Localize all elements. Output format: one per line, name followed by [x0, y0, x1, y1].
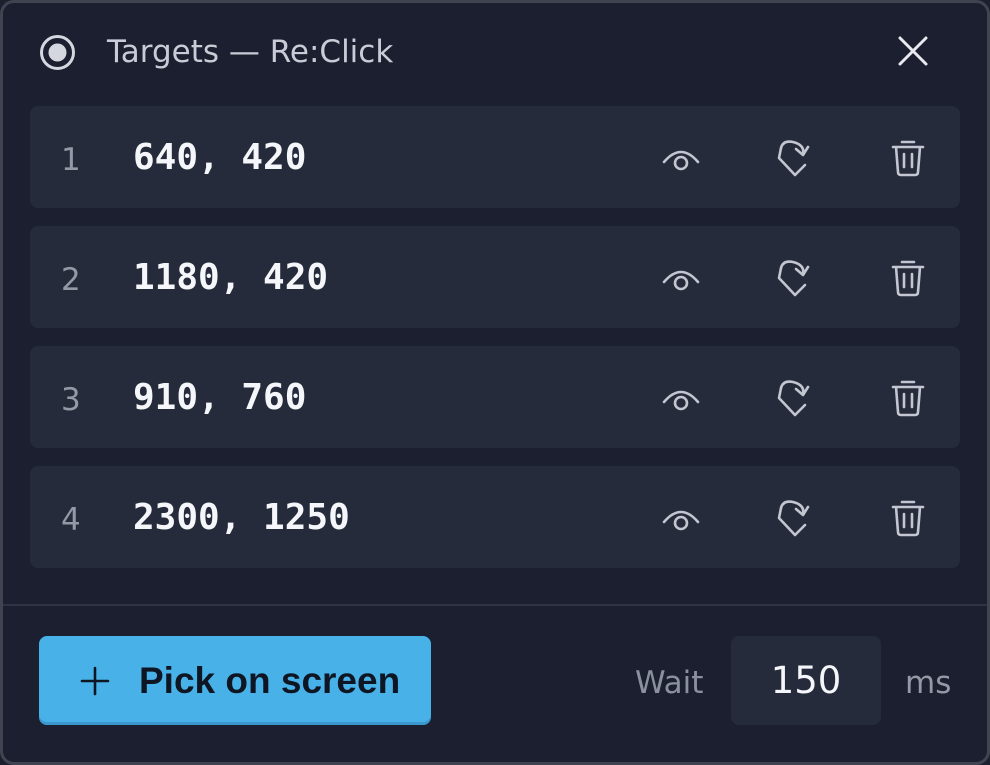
preview-button[interactable] [656, 132, 706, 182]
target-coordinates: 2300, 1250 [133, 497, 350, 538]
preview-button[interactable] [656, 492, 706, 542]
target-row: 2 1180, 420 [30, 226, 960, 328]
wait-label: Wait [635, 665, 704, 701]
redo-button[interactable] [769, 372, 819, 422]
preview-button[interactable] [656, 252, 706, 302]
delete-button[interactable] [883, 492, 933, 542]
redo-button[interactable] [769, 492, 819, 542]
title-bar: Targets — Re:Click [3, 3, 987, 103]
pick-on-screen-button[interactable]: Pick on screen [39, 636, 431, 725]
targets-window: Targets — Re:Click 1 640, 420 2 1180, 42… [0, 0, 990, 765]
target-row: 3 910, 760 [30, 346, 960, 448]
pick-on-screen-label: Pick on screen [139, 660, 401, 701]
delete-button[interactable] [883, 132, 933, 182]
wait-input[interactable] [731, 636, 881, 725]
target-index: 4 [61, 502, 81, 538]
redo-button[interactable] [769, 132, 819, 182]
target-row: 4 2300, 1250 [30, 466, 960, 568]
window-title: Targets — Re:Click [107, 34, 394, 70]
target-row: 1 640, 420 [30, 106, 960, 208]
record-icon [39, 34, 76, 71]
target-coordinates: 910, 760 [133, 377, 307, 418]
target-list: 1 640, 420 2 1180, 420 3 910, 760 4 2300… [30, 106, 960, 586]
target-coordinates: 640, 420 [133, 137, 307, 178]
wait-unit-label: ms [905, 665, 952, 701]
preview-button[interactable] [656, 372, 706, 422]
target-index: 1 [61, 142, 81, 178]
close-button[interactable] [883, 23, 943, 79]
target-index: 3 [61, 382, 81, 418]
redo-button[interactable] [769, 252, 819, 302]
delete-button[interactable] [883, 372, 933, 422]
target-coordinates: 1180, 420 [133, 257, 329, 298]
footer-divider [3, 604, 987, 606]
delete-button[interactable] [883, 252, 933, 302]
target-index: 2 [61, 262, 81, 298]
plus-icon [80, 666, 110, 700]
